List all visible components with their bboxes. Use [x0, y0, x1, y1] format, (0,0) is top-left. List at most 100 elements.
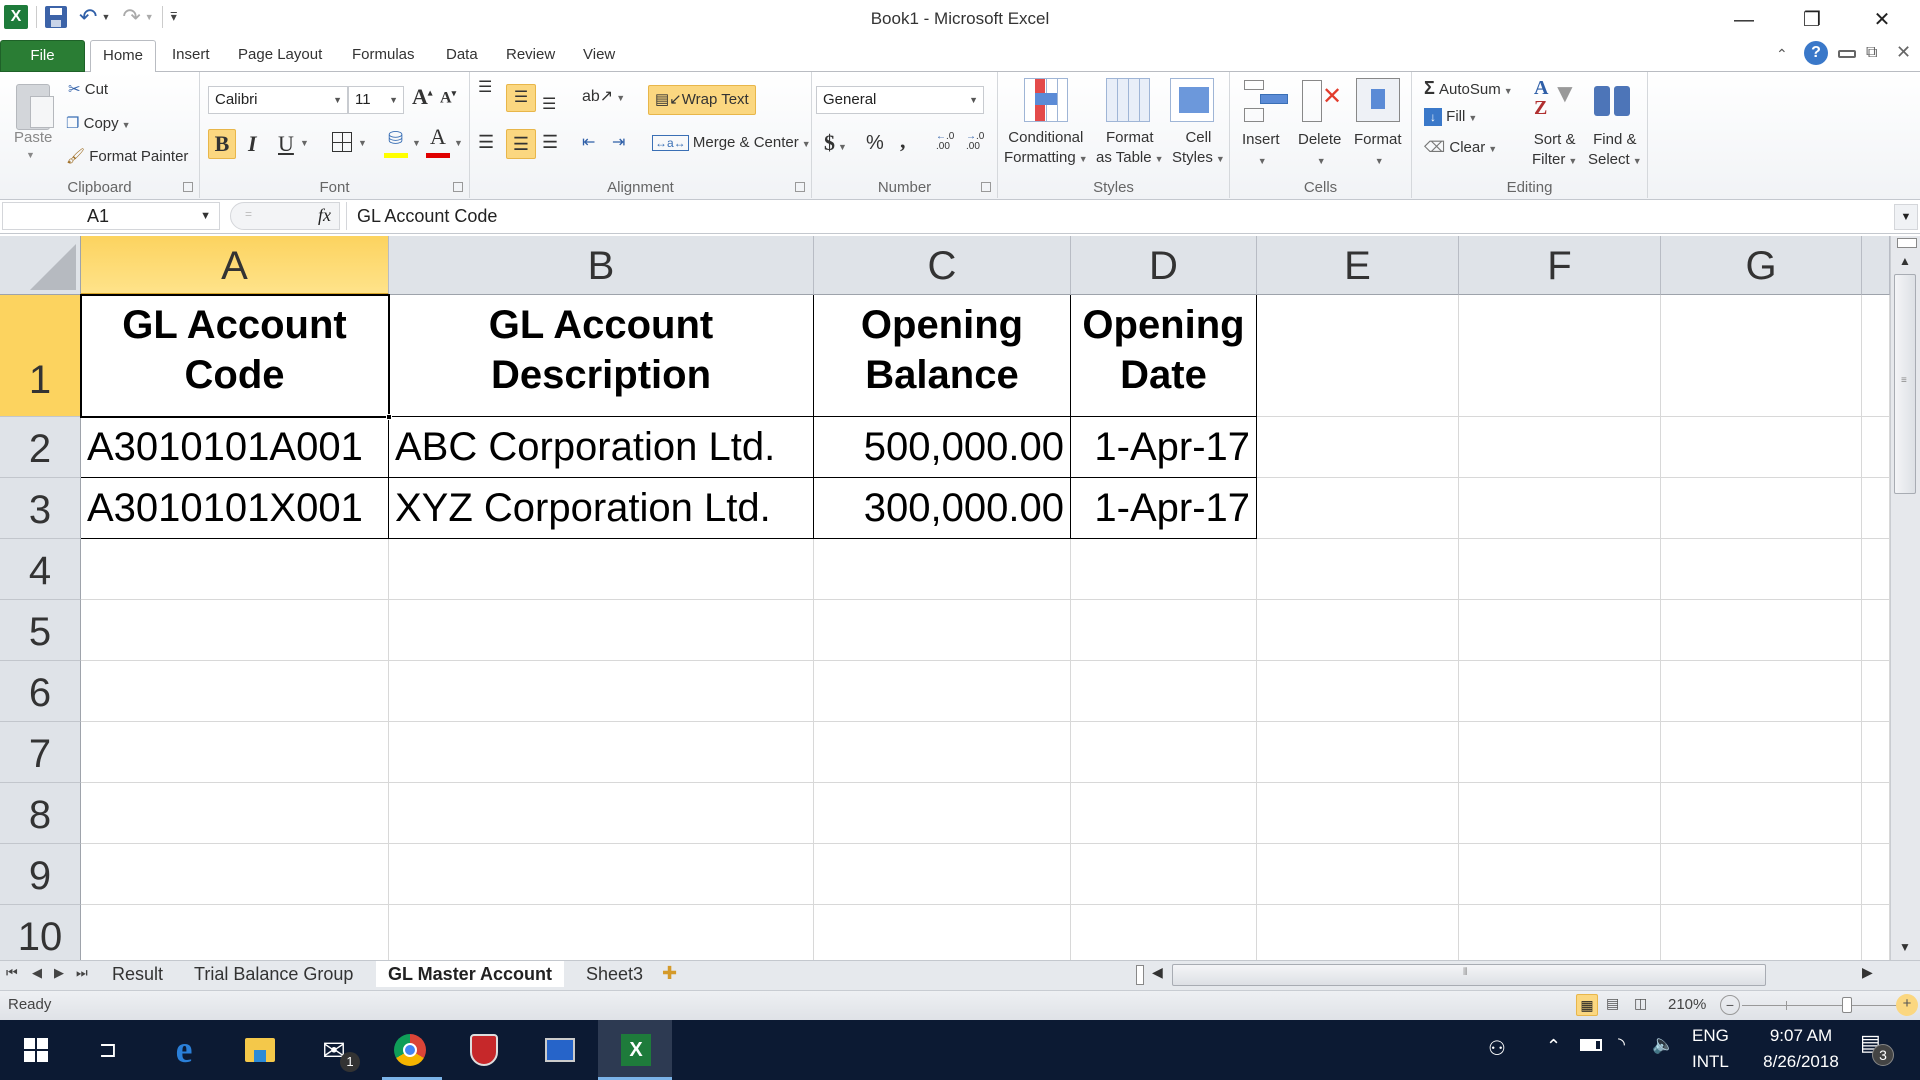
fill-color-dropdown-icon[interactable]: ▼: [412, 138, 421, 148]
workbook-minimize-icon[interactable]: [1838, 50, 1856, 58]
cell-b1[interactable]: GL Account Description: [389, 295, 814, 417]
clipboard-launcher-icon[interactable]: [183, 182, 193, 192]
row-header-5[interactable]: 5: [0, 600, 81, 661]
paste-button[interactable]: Paste: [14, 129, 52, 146]
cell-d2[interactable]: 1-Apr-17: [1071, 417, 1257, 478]
cell-b8[interactable]: [389, 783, 814, 844]
sheet-tab-trial-balance-group[interactable]: Trial Balance Group: [182, 961, 365, 987]
cell-g2[interactable]: [1661, 417, 1862, 478]
cell-e1[interactable]: [1257, 295, 1459, 417]
security-shield-icon[interactable]: [462, 1028, 506, 1072]
merge-center-button[interactable]: ↔a↔ Merge & Center ▼: [652, 134, 811, 151]
row-header-8[interactable]: 8: [0, 783, 81, 844]
cell-g4[interactable]: [1661, 539, 1862, 600]
language-indicator[interactable]: ENG INTL: [1692, 1026, 1729, 1072]
cell-g7[interactable]: [1661, 722, 1862, 783]
align-left-button[interactable]: ☰: [478, 132, 494, 153]
scroll-left-arrow-icon[interactable]: ◀: [1152, 964, 1163, 981]
zoom-out-button[interactable]: −: [1720, 995, 1740, 1015]
row-header-9[interactable]: 9: [0, 844, 81, 905]
zoom-level[interactable]: 210%: [1668, 996, 1706, 1013]
file-explorer-icon[interactable]: [238, 1028, 282, 1072]
cell-h3[interactable]: [1862, 478, 1890, 539]
row-header-6[interactable]: 6: [0, 661, 81, 722]
scroll-up-arrow-icon[interactable]: ▲: [1899, 254, 1911, 268]
underline-dropdown-icon[interactable]: ▼: [300, 138, 309, 148]
cell-f7[interactable]: [1459, 722, 1661, 783]
clock[interactable]: 9:07 AM 8/26/2018: [1746, 1026, 1856, 1072]
zoom-slider-thumb[interactable]: [1842, 997, 1853, 1013]
format-painter-button[interactable]: 🖌 Format Painter: [66, 147, 188, 165]
row-header-10[interactable]: 10: [0, 905, 81, 960]
name-box[interactable]: A1 ▼: [2, 202, 220, 230]
cell-g3[interactable]: [1661, 478, 1862, 539]
fill-handle[interactable]: [386, 414, 392, 420]
tab-insert[interactable]: Insert: [160, 40, 222, 72]
tab-split-handle[interactable]: [1136, 965, 1144, 985]
cell-a7[interactable]: [81, 722, 389, 783]
cell-h4[interactable]: [1862, 539, 1890, 600]
cell-d10[interactable]: [1071, 905, 1257, 960]
sheet-tab-sheet3[interactable]: Sheet3: [574, 961, 655, 987]
cell-f10[interactable]: [1459, 905, 1661, 960]
page-break-view-icon[interactable]: ◫: [1634, 995, 1647, 1012]
normal-view-icon[interactable]: ▦: [1576, 994, 1598, 1016]
cell-e9[interactable]: [1257, 844, 1459, 905]
cell-b5[interactable]: [389, 600, 814, 661]
minimize-ribbon-icon[interactable]: ⌃: [1776, 46, 1788, 63]
cell-e4[interactable]: [1257, 539, 1459, 600]
cell-g6[interactable]: [1661, 661, 1862, 722]
cell-a5[interactable]: [81, 600, 389, 661]
cell-h6[interactable]: [1862, 661, 1890, 722]
decrease-decimal-button[interactable]: →.0.00: [966, 132, 990, 152]
shrink-font-button[interactable]: A▾: [440, 88, 456, 107]
cell-g1[interactable]: [1661, 295, 1862, 417]
cell-f1[interactable]: [1459, 295, 1661, 417]
conditional-formatting-button[interactable]: Conditional Formatting ▼: [1004, 128, 1088, 169]
autosum-button[interactable]: Σ AutoSum ▼: [1424, 78, 1513, 99]
windows-start-icon[interactable]: [14, 1028, 58, 1072]
cell-d3[interactable]: 1-Apr-17: [1071, 478, 1257, 539]
font-name-dropdown[interactable]: Calibri ▼: [208, 86, 348, 114]
excel-taskbar-icon[interactable]: X: [614, 1028, 658, 1072]
column-header-a[interactable]: A: [81, 236, 389, 295]
row-header-3[interactable]: 3: [0, 478, 81, 539]
cell-d4[interactable]: [1071, 539, 1257, 600]
cell-h2[interactable]: [1862, 417, 1890, 478]
task-view-icon[interactable]: ⊐: [86, 1028, 130, 1072]
cell-h8[interactable]: [1862, 783, 1890, 844]
workbook-close-icon[interactable]: ✕: [1896, 42, 1911, 63]
column-header-c[interactable]: C: [814, 236, 1071, 295]
select-all-button[interactable]: [0, 236, 81, 295]
cell-c5[interactable]: [814, 600, 1071, 661]
cell-f2[interactable]: [1459, 417, 1661, 478]
vertical-scroll-thumb[interactable]: ≡: [1894, 274, 1916, 494]
bottom-align-button[interactable]: ☰: [542, 94, 556, 114]
find-select-button[interactable]: Find & Select ▼: [1588, 130, 1642, 171]
cell-a6[interactable]: [81, 661, 389, 722]
cell-c4[interactable]: [814, 539, 1071, 600]
battery-icon[interactable]: [1580, 1039, 1602, 1051]
delete-cells-button[interactable]: Delete ▼: [1298, 130, 1341, 171]
cell-h9[interactable]: [1862, 844, 1890, 905]
tab-file[interactable]: File: [0, 40, 85, 72]
remote-desktop-icon[interactable]: [538, 1028, 582, 1072]
cell-b7[interactable]: [389, 722, 814, 783]
cell-f9[interactable]: [1459, 844, 1661, 905]
cell-d9[interactable]: [1071, 844, 1257, 905]
close-button[interactable]: ✕: [1862, 6, 1902, 34]
insert-worksheet-icon[interactable]: ✚: [662, 963, 677, 984]
copy-button[interactable]: ❐ Copy ▼: [66, 114, 131, 132]
middle-align-button[interactable]: ☰: [506, 84, 536, 112]
font-size-dropdown[interactable]: 11 ▼: [348, 86, 404, 114]
sort-filter-button[interactable]: Sort & Filter ▼: [1532, 130, 1577, 171]
cell-styles-button[interactable]: Cell Styles ▼: [1172, 128, 1225, 169]
cell-d7[interactable]: [1071, 722, 1257, 783]
paste-icon[interactable]: [12, 78, 56, 136]
underline-button[interactable]: U: [278, 131, 294, 157]
cell-b6[interactable]: [389, 661, 814, 722]
alignment-launcher-icon[interactable]: [795, 182, 805, 192]
cell-a4[interactable]: [81, 539, 389, 600]
cell-h7[interactable]: [1862, 722, 1890, 783]
clear-button[interactable]: ⌫ Clear ▼: [1424, 138, 1497, 156]
